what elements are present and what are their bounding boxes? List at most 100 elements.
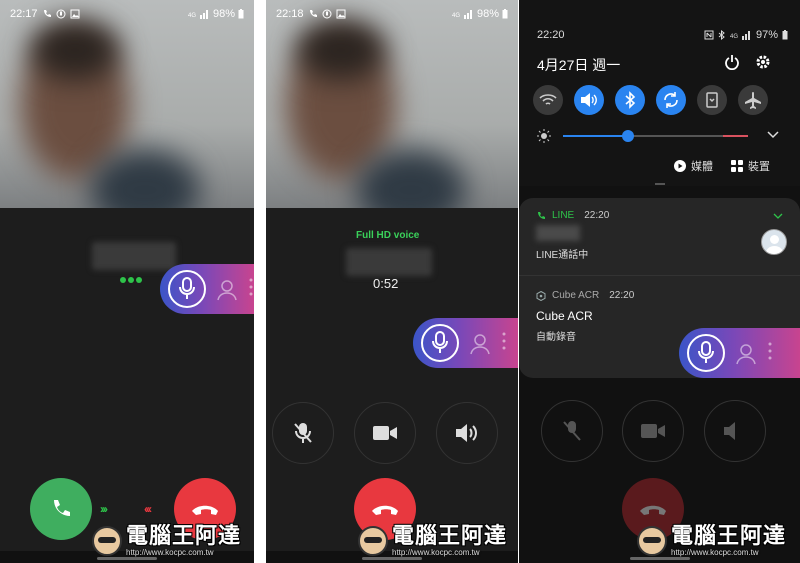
mic-off-icon: [563, 421, 581, 441]
phone-icon: [538, 211, 545, 219]
watermark-title: 電腦王阿達: [671, 523, 787, 548]
watermark: 電腦王阿達 http://www.kocpc.com.tw: [92, 525, 241, 557]
media-device-row: 媒體 裝置: [674, 158, 770, 174]
watermark: 電腦王阿達 http://www.kocpc.com.tw: [358, 525, 507, 557]
status-time: 22:17: [10, 8, 38, 20]
video-camera-icon: [373, 426, 397, 440]
brightness-slider[interactable]: [533, 129, 786, 143]
speaker-icon: [456, 424, 477, 442]
watermark-url: http://www.kocpc.com.tw: [126, 548, 214, 557]
brightness-icon: [537, 129, 551, 143]
image-icon: [336, 9, 346, 19]
battery-percent: 98%: [476, 8, 499, 20]
speaker-button-dimmed: [704, 400, 766, 462]
status-time: 22:20: [537, 29, 565, 41]
volume-tile[interactable]: [574, 85, 604, 115]
status-icons: 4G 97%: [704, 29, 788, 41]
watermark-logo: [92, 526, 122, 556]
media-button[interactable]: 媒體: [674, 158, 713, 174]
wifi-icon: [539, 94, 557, 105]
home-indicator[interactable]: [629, 557, 690, 560]
bluetooth-icon: [625, 91, 636, 109]
svg-text:4G: 4G: [730, 34, 738, 40]
mic-off-icon: [294, 423, 312, 443]
avatar: [761, 229, 787, 255]
speaker-button[interactable]: [436, 402, 498, 464]
drag-handle[interactable]: [654, 183, 665, 185]
call-timer: 0:52: [373, 276, 399, 291]
cube-icon: [536, 290, 546, 301]
brightness-thumb[interactable]: [621, 130, 634, 142]
mic-icon[interactable]: [687, 334, 725, 372]
signal-icon: 4G: [188, 10, 208, 19]
brightness-track[interactable]: [563, 130, 748, 142]
power-icon[interactable]: [724, 54, 740, 70]
phone-icon: [309, 10, 317, 17]
watermark-url: http://www.kocpc.com.tw: [392, 548, 480, 557]
quick-tiles: [533, 85, 768, 115]
battery-percent: 98%: [212, 8, 235, 20]
mute-button-dimmed: [541, 400, 603, 462]
watermark-logo: [358, 526, 388, 556]
airplane-tile[interactable]: [738, 85, 768, 115]
status-icons: [42, 9, 80, 19]
chevron-down-icon[interactable]: [767, 131, 779, 139]
mic-status-icon: [322, 9, 332, 19]
caller-video: [266, 0, 518, 208]
signal-icon: 4G: [730, 31, 750, 40]
caller-name-redacted: [92, 242, 176, 270]
svg-text:4G: 4G: [452, 13, 460, 19]
devices-button[interactable]: 裝置: [731, 158, 770, 174]
swipe-left-hint-icon: ‹‹‹: [144, 502, 152, 516]
bluetooth-tile[interactable]: [615, 85, 645, 115]
battery-icon: [782, 30, 788, 40]
volume-icon: [581, 93, 597, 107]
mute-button[interactable]: [272, 402, 334, 464]
notification-shade-screen: 22:20 4G 97% 4月27日 週一 媒體 裝置 LINE 22:20 L…: [519, 0, 800, 563]
caller-name-redacted: [346, 248, 432, 276]
signal-icon: 4G: [452, 10, 472, 19]
battery-percent: 97%: [755, 29, 778, 41]
home-indicator[interactable]: [97, 557, 157, 560]
bluetooth-small-icon: [718, 30, 725, 40]
line-notification[interactable]: LINE 22:20 LINE通話中: [519, 198, 800, 276]
call-area: ››› ‹‹‹: [0, 208, 254, 563]
date-label: 4月27日 週一: [537, 57, 621, 73]
swipe-right-hint-icon: ›››: [100, 502, 108, 516]
devices-label: 裝置: [748, 161, 770, 173]
mic-status-icon: [56, 9, 66, 19]
incoming-call-screen: 22:17 4G 98% ››› ‹‹‹ 電腦王阿達 http://www.ko…: [0, 0, 254, 563]
record-widget[interactable]: [413, 318, 518, 368]
watermark: 電腦王阿達 http://www.kocpc.com.tw: [637, 525, 786, 557]
blurred-hair: [30, 20, 120, 80]
video-camera-icon: [641, 424, 665, 438]
record-widget[interactable]: [679, 328, 800, 378]
play-icon: [674, 160, 686, 172]
nfc-icon: [704, 30, 714, 40]
watermark-title: 電腦王阿達: [126, 523, 242, 548]
hd-voice-label: Full HD voice: [356, 230, 420, 241]
record-widget[interactable]: [160, 264, 254, 314]
gear-icon[interactable]: [755, 54, 771, 70]
record-options-icon[interactable]: [467, 330, 507, 356]
record-options-icon[interactable]: [214, 276, 254, 302]
caller-name-redacted: [536, 225, 580, 241]
media-label: 媒體: [691, 161, 713, 173]
accept-call-button[interactable]: [30, 478, 92, 540]
sync-tile[interactable]: [656, 85, 686, 115]
speaker-icon: [724, 422, 735, 440]
record-options-icon[interactable]: [733, 340, 773, 366]
mic-icon[interactable]: [168, 270, 206, 308]
notif-time: 22:20: [609, 290, 635, 301]
home-indicator[interactable]: [362, 557, 422, 560]
battery-icon: [502, 9, 508, 19]
wifi-tile[interactable]: [533, 85, 563, 115]
video-button[interactable]: [354, 402, 416, 464]
chevron-down-icon[interactable]: [773, 213, 783, 219]
notif-time: 22:20: [584, 210, 610, 221]
in-call-screen: 22:18 4G 98% Full HD voice 0:52 電腦王阿達 ht…: [266, 0, 518, 563]
portrait-tile[interactable]: [697, 85, 727, 115]
mic-icon[interactable]: [421, 324, 459, 362]
status-bar: 22:18 4G 98%: [266, 0, 518, 28]
watermark-title: 電腦王阿達: [392, 523, 508, 548]
